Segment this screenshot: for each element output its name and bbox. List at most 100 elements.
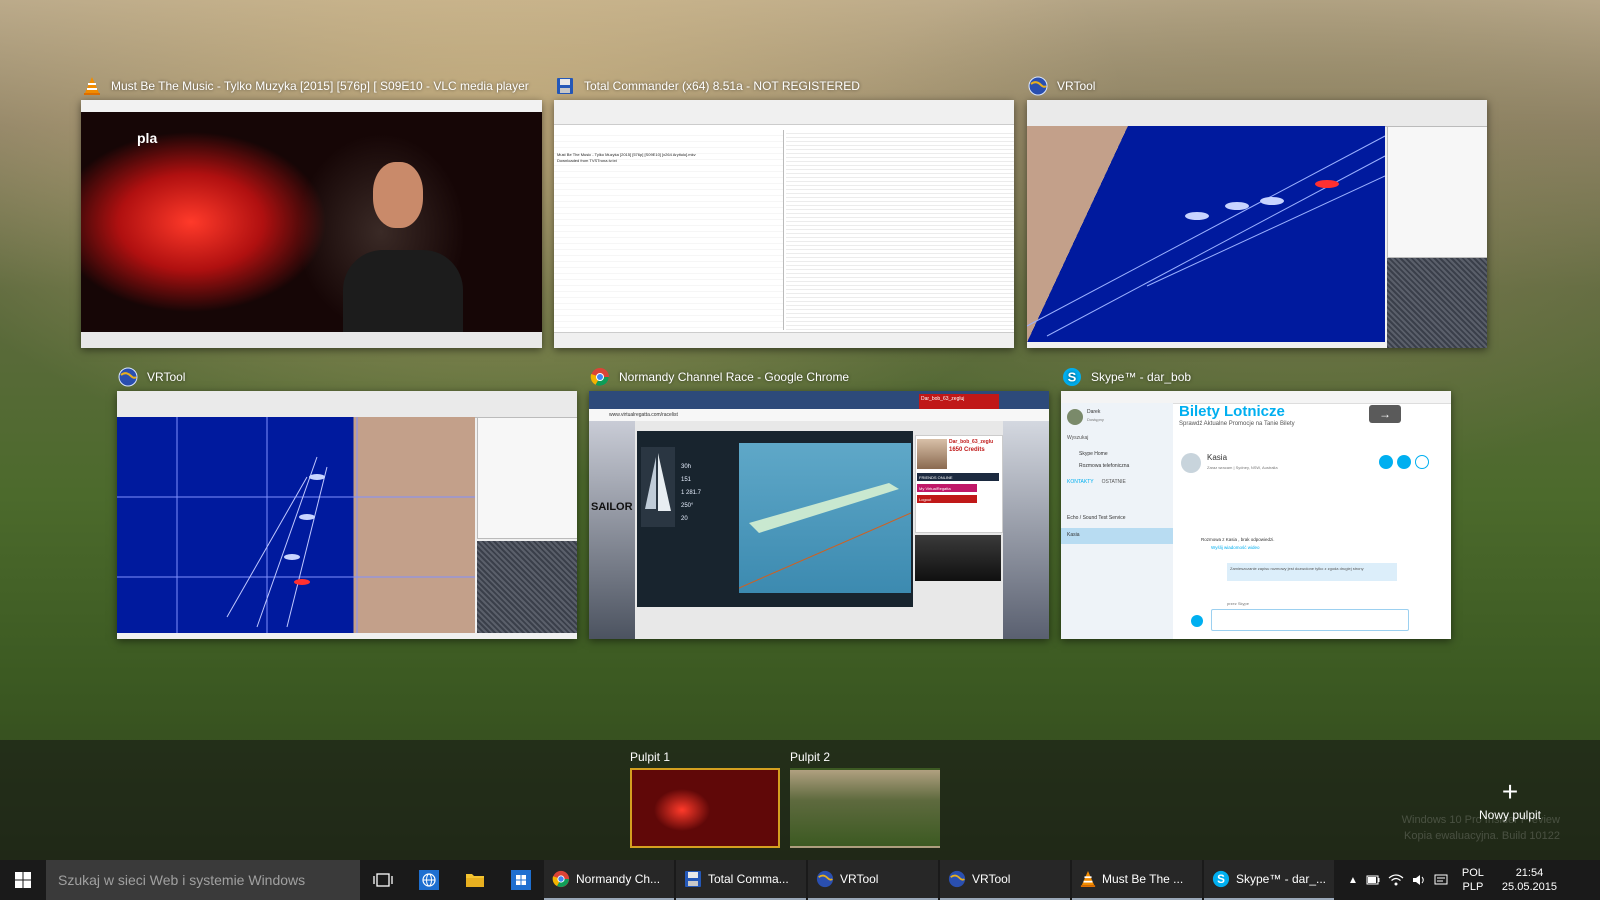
desktop-2[interactable]: Pulpit 2: [790, 750, 940, 848]
contact-item[interactable]: Echo / Sound Test Service: [1067, 515, 1126, 521]
window-header: Normandy Channel Race - Google Chrome: [589, 363, 1049, 391]
volume-icon[interactable]: [1412, 874, 1426, 886]
pinned-store[interactable]: [498, 860, 544, 900]
input-language[interactable]: POL PLP: [1462, 866, 1484, 894]
logout-button[interactable]: Logout: [917, 495, 977, 503]
vr-side-panel: [1387, 126, 1487, 258]
floppy-disk-icon: [554, 75, 576, 97]
window-card-total-commander[interactable]: Total Commander (x64) 8.51a - NOT REGIST…: [554, 72, 1014, 348]
window-thumbnail[interactable]: [117, 391, 577, 639]
clock-time: 21:54: [1515, 867, 1544, 879]
plus-icon: +: [1501, 776, 1519, 807]
ad-sailor-text: SAILOR: [591, 501, 633, 513]
skype-icon: S: [1061, 366, 1083, 388]
link-text: Wyślij wiadomość wideo: [1211, 545, 1260, 550]
sail-icon: [645, 453, 671, 511]
task-view-icon: [373, 873, 393, 887]
nav-calls[interactable]: Rozmowa telefoniczna: [1079, 463, 1129, 469]
vr-side-panel: [477, 417, 577, 539]
chrome-tab-label: Dar_bob_63_zegluj: [921, 396, 965, 402]
taskbar: Szukaj w sieci Web i systemie Windows No…: [0, 860, 1600, 900]
desktop-label: Pulpit 2: [790, 750, 831, 764]
contact-avatar: [1181, 453, 1201, 473]
pinned-ie[interactable]: [406, 860, 452, 900]
task-view-button[interactable]: [360, 860, 406, 900]
contacts-tabs[interactable]: KONTAKTY OSTATNIE: [1067, 479, 1126, 485]
taskbar-app-vrtool-1[interactable]: VRTool: [808, 860, 938, 900]
desktop-thumbnail[interactable]: [630, 768, 780, 848]
clock[interactable]: 21:54 25.05.2015: [1502, 866, 1557, 894]
window-thumbnail[interactable]: Dar_bob_63_zegluj www.virtualregatta.com…: [589, 391, 1049, 639]
ad-banner-left: [589, 421, 635, 639]
ad-arrow-button[interactable]: →: [1369, 405, 1401, 423]
compose-box[interactable]: [1211, 609, 1409, 631]
my-vr-button[interactable]: My VirtualRegatta: [917, 484, 977, 492]
contact-item-selected[interactable]: Kasia: [1061, 528, 1173, 544]
add-contact-icon[interactable]: [1415, 455, 1429, 469]
video-call-icon[interactable]: [1379, 455, 1393, 469]
taskbar-app-skype[interactable]: S Skype™ - dar_...: [1204, 860, 1334, 900]
desktop-thumbnail[interactable]: [790, 768, 940, 848]
window-card-chrome[interactable]: Normandy Channel Race - Google Chrome Da…: [589, 363, 1049, 639]
call-buttons[interactable]: [1379, 455, 1429, 469]
credits-text: 1650 Credits: [949, 447, 985, 453]
window-card-skype[interactable]: S Skype™ - dar_bob Darek Dostępny Wyszuk…: [1061, 363, 1451, 639]
window-title: Must Be The Music - Tylko Muzyka [2015] …: [111, 79, 529, 93]
omnibox-url: www.virtualregatta.com/racelist: [609, 412, 678, 418]
battery-icon[interactable]: [1366, 874, 1380, 886]
tab-contacts[interactable]: KONTAKTY: [1067, 479, 1094, 485]
contact-header-text: Kasia: [1207, 453, 1228, 462]
search-field[interactable]: Wyszukaj: [1067, 435, 1088, 441]
pinned-explorer[interactable]: [452, 860, 498, 900]
chevron-up-icon[interactable]: ▲: [1348, 875, 1358, 886]
friends-online-text: FRIENDS ONLINE: [919, 475, 953, 480]
window-thumbnail[interactable]: Darek Dostępny Wyszukaj Skype Home Rozmo…: [1061, 391, 1451, 639]
window-thumbnail[interactable]: pla: [81, 100, 542, 348]
action-center-icon[interactable]: [1434, 874, 1448, 886]
desktop-1[interactable]: Pulpit 1: [630, 750, 780, 848]
nav-skype-home[interactable]: Skype Home: [1079, 451, 1108, 457]
chrome-omnibox[interactable]: www.virtualregatta.com/racelist: [589, 409, 1049, 421]
window-card-vlc[interactable]: Must Be The Music - Tylko Muzyka [2015] …: [81, 72, 542, 348]
ad-title: Bilety Lotnicze: [1179, 403, 1285, 420]
floppy-disk-icon: [685, 871, 701, 887]
video-message-link[interactable]: Wyślij wiadomość wideo: [1211, 545, 1259, 550]
taskbar-app-vlc[interactable]: Must Be The ...: [1072, 860, 1202, 900]
tab-recent[interactable]: OSTATNIE: [1102, 479, 1126, 485]
user-status: Dostępny: [1087, 417, 1104, 422]
window-title: VRTool: [147, 370, 186, 384]
search-box[interactable]: Szukaj w sieci Web i systemie Windows: [46, 860, 360, 900]
skype-icon: S: [1212, 870, 1230, 888]
attach-icon[interactable]: [1191, 615, 1203, 627]
window-title: Total Commander (x64) 8.51a - NOT REGIST…: [584, 79, 860, 93]
taskbar-app-total-commander[interactable]: Total Comma...: [676, 860, 806, 900]
taskbar-app-label: Normandy Ch...: [576, 872, 661, 886]
audio-call-icon[interactable]: [1397, 455, 1411, 469]
window-header: VRTool: [1027, 72, 1487, 100]
window-title: Skype™ - dar_bob: [1091, 370, 1192, 384]
language-code: POL: [1461, 867, 1484, 879]
window-thumbnail[interactable]: Must Be The Music - Tylko Muzyka [2015] …: [554, 100, 1014, 348]
taskbar-app-vrtool-2[interactable]: VRTool: [940, 860, 1070, 900]
player-controls[interactable]: [81, 332, 542, 348]
player-avatar: [917, 439, 947, 469]
taskbar-app-chrome[interactable]: Normandy Ch...: [544, 860, 674, 900]
channel-logo-text: pla: [137, 130, 158, 146]
window-card-vrtool-1[interactable]: VRTool: [1027, 72, 1487, 348]
window-card-vrtool-2[interactable]: VRTool: [117, 363, 577, 639]
calls-text: Rozmowa telefoniczna: [1079, 463, 1130, 469]
video-player[interactable]: [915, 535, 1001, 581]
missed-call-message: Rozmowa z Kasia , brak odpowiedzi.: [1201, 537, 1275, 542]
ad-title-text: Bilety Lotnicze: [1179, 403, 1285, 420]
contact-name: Echo / Sound Test Service: [1067, 515, 1126, 521]
wifi-icon[interactable]: [1388, 874, 1404, 886]
taskbar-app-label: VRTool: [840, 872, 879, 886]
arrow-right-icon: →: [1379, 407, 1391, 421]
window-thumbnail[interactable]: [1027, 100, 1487, 348]
vr-side-pattern: [477, 541, 577, 633]
player-name-text: Dar_bob_63_zeglu: [949, 439, 994, 445]
start-button[interactable]: [0, 860, 46, 900]
window-header: S Skype™ - dar_bob: [1061, 363, 1451, 391]
user-status-text: Dostępny: [1087, 417, 1104, 422]
friends-online-bar: FRIENDS ONLINE: [917, 473, 999, 481]
